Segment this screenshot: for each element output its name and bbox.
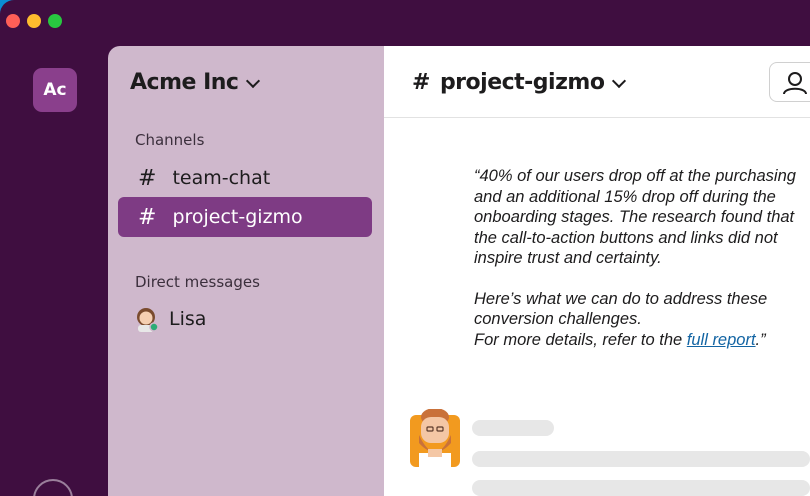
- hash-icon: #: [412, 70, 430, 95]
- help-icon[interactable]: [33, 479, 73, 496]
- avatar-bearded-man: [410, 408, 460, 467]
- chevron-down-icon: [246, 73, 261, 88]
- message-paragraph: Here’s what we can do to address these c…: [474, 289, 768, 329]
- channel-header: # project-gizmo: [384, 46, 810, 118]
- channel-name: project-gizmo: [439, 70, 605, 95]
- dm-section-label[interactable]: Direct messages: [135, 273, 260, 291]
- message-paragraph: “40% of our users drop off at the purcha…: [474, 167, 796, 267]
- full-report-link[interactable]: full report: [687, 331, 756, 349]
- message-text-segment: .”: [755, 330, 766, 349]
- channel-view: # project-gizmo “40% of our users drop o…: [384, 46, 810, 496]
- close-window-button[interactable]: [6, 14, 20, 28]
- channels-section-label[interactable]: Channels: [135, 131, 204, 149]
- workspace-name: Acme Inc: [130, 70, 239, 95]
- sidebar: Acme Inc Channels # team-chat # project-…: [108, 46, 384, 496]
- sidebar-item-project-gizmo[interactable]: # project-gizmo: [118, 197, 372, 237]
- sidebar-item-label: project-gizmo: [172, 206, 303, 228]
- message-text: “40% of our users drop off at the purcha…: [474, 166, 804, 350]
- placeholder-line: [472, 451, 810, 467]
- minimize-window-button[interactable]: [27, 14, 41, 28]
- workspace-rail: Ac: [0, 46, 108, 496]
- placeholder-line: [472, 480, 810, 496]
- hash-icon: #: [138, 165, 157, 191]
- workspace-name-button[interactable]: Acme Inc: [130, 70, 261, 95]
- channel-title-button[interactable]: # project-gizmo: [412, 70, 627, 95]
- sidebar-item-lisa[interactable]: Lisa: [133, 306, 206, 332]
- sidebar-item-team-chat[interactable]: # team-chat: [118, 158, 372, 198]
- members-button[interactable]: [769, 62, 810, 102]
- placeholder-line: [472, 420, 554, 436]
- chevron-down-icon: [612, 73, 627, 88]
- avatar-lisa: [133, 306, 159, 332]
- message-paragraph: For more details, refer to the full repo…: [474, 330, 804, 351]
- maximize-window-button[interactable]: [48, 14, 62, 28]
- window-controls: [6, 14, 62, 28]
- message-text-segment: For more details, refer to the: [474, 330, 687, 349]
- workspace-switcher-button[interactable]: Ac: [33, 68, 77, 112]
- app-window: Ac Acme Inc Channels # team-chat # proje…: [0, 0, 810, 496]
- sidebar-item-label: team-chat: [172, 167, 271, 189]
- sidebar-item-label: Lisa: [169, 308, 207, 330]
- hash-icon: #: [138, 204, 157, 230]
- user-icon: [783, 72, 807, 95]
